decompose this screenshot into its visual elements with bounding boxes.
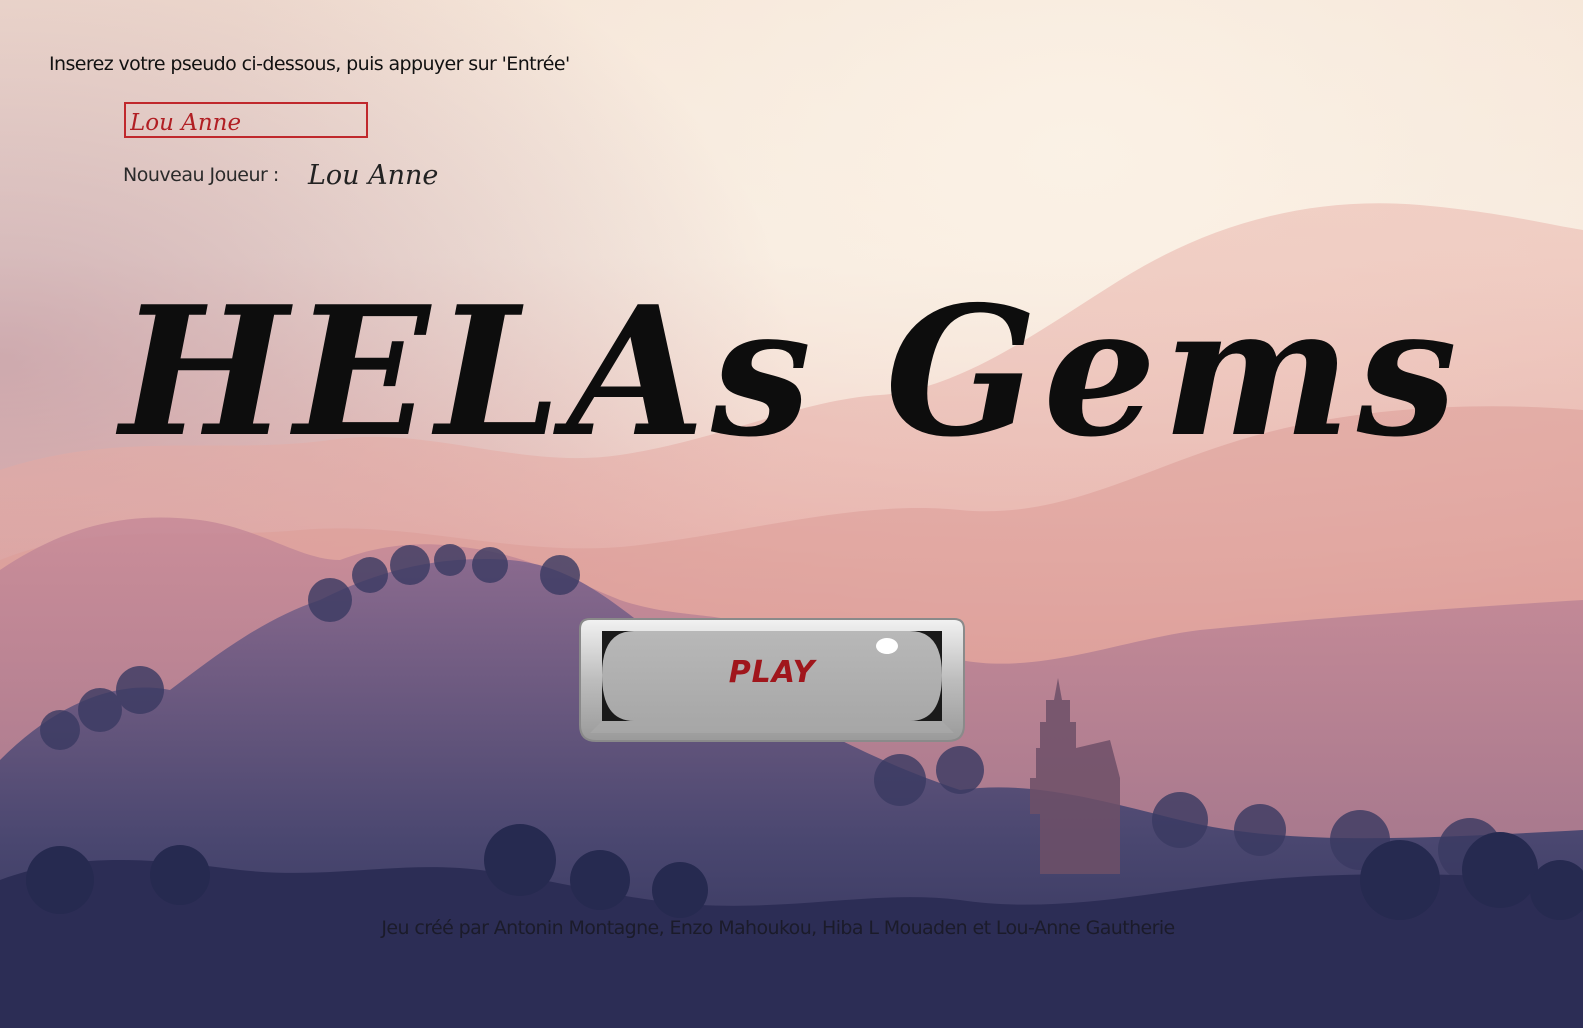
background-landscape	[0, 0, 1583, 1028]
pseudo-input[interactable]	[124, 102, 368, 138]
credits-text: Jeu créé par Antonin Montagne, Enzo Maho…	[381, 917, 1175, 939]
game-title: HELAs Gems	[119, 267, 1464, 476]
new-player-name: Lou Anne	[308, 160, 439, 191]
pseudo-instruction: Inserez votre pseudo ci-dessous, puis ap…	[49, 53, 570, 75]
play-button[interactable]: PLAY	[578, 617, 966, 743]
play-button-label: PLAY	[728, 655, 816, 690]
new-player-label: Nouveau Joueur :	[123, 164, 279, 186]
